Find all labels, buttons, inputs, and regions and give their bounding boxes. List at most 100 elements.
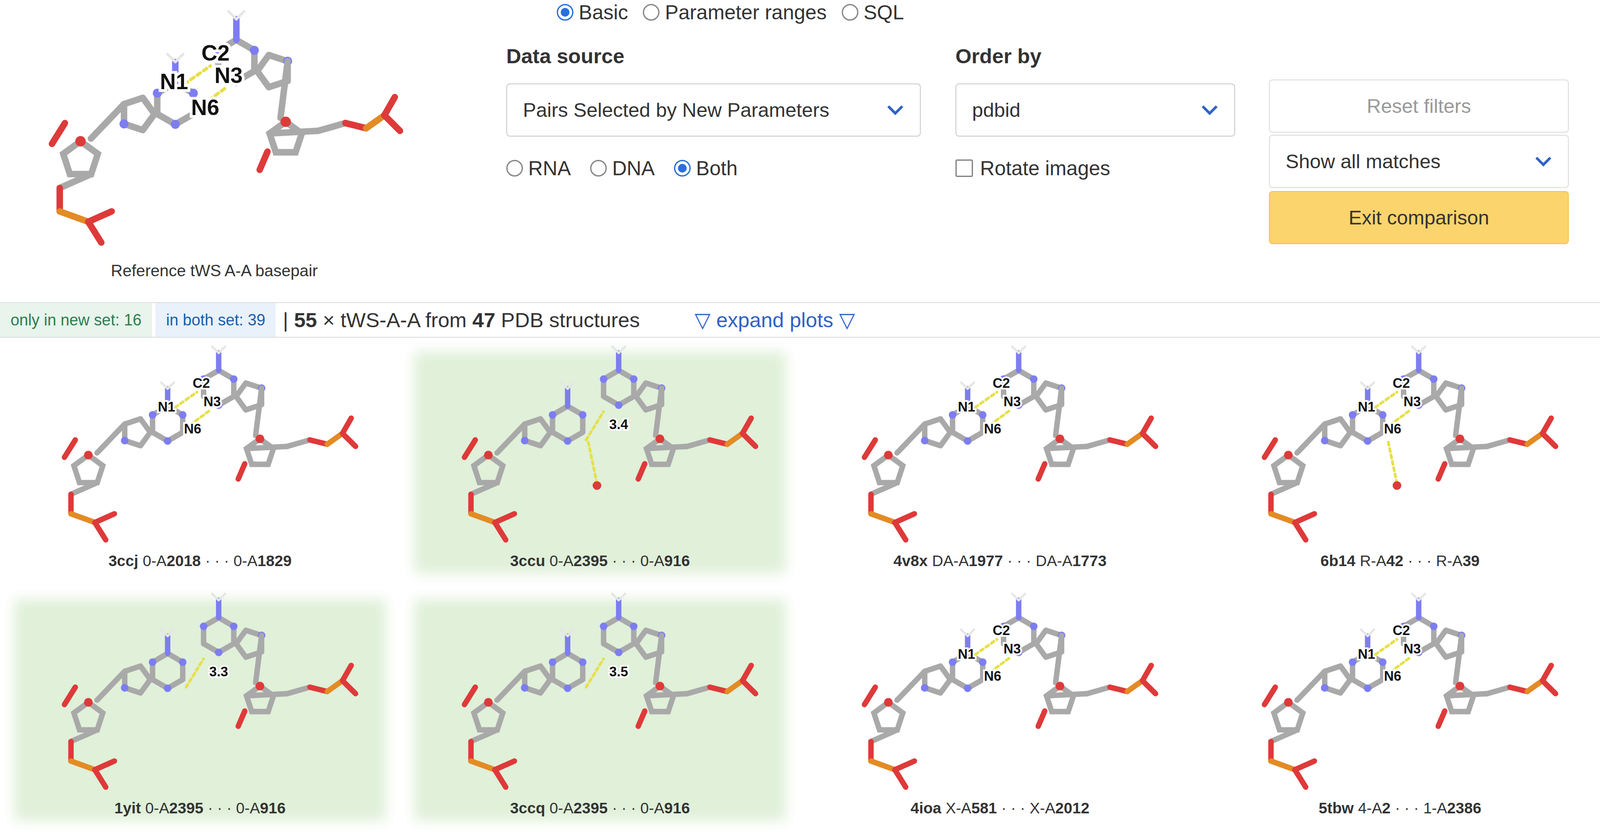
match-filter-select[interactable]: Show all matches: [1268, 134, 1569, 188]
residue-chain: 0-A: [142, 551, 167, 570]
pair-card[interactable]: 3.5 3ccq0-A2395· · ·0-A916: [400, 584, 800, 833]
order-by-select[interactable]: pdbid: [955, 83, 1236, 137]
radio-button[interactable]: [506, 159, 523, 177]
pair-card-body[interactable]: N1C2N3N66b14R-A42· · ·R-A39: [1204, 342, 1596, 584]
rotate-images-checkbox[interactable]: Rotate images: [955, 154, 1236, 183]
residue-chain: 0-A: [549, 551, 574, 570]
select-value[interactable]: pdbid: [972, 98, 1021, 122]
radio-button[interactable]: [841, 3, 859, 21]
pair-separator: · · ·: [1001, 799, 1026, 817]
pdb-id[interactable]: 3ccu: [510, 551, 546, 570]
checkbox-label[interactable]: Rotate images: [980, 156, 1111, 181]
pair-card-body[interactable]: 3.31yit0-A2395· · ·0-A916: [4, 589, 396, 831]
pair-card-body[interactable]: N1C2N3N63ccj0-A2018· · ·0-A1829: [4, 342, 396, 584]
pair-caption: 3ccu0-A2395· · ·0-A916: [510, 551, 690, 570]
atom-label: N3: [1403, 393, 1421, 410]
pair-separator: · · ·: [1407, 551, 1432, 570]
molecule-type-option[interactable]: DNA: [590, 156, 655, 181]
residue-chain: DA-A: [1035, 551, 1073, 570]
residue-number: 42: [1386, 551, 1404, 570]
exit-comparison-button[interactable]: Exit comparison: [1268, 190, 1569, 245]
pair-card[interactable]: N1C2N3N65tbw4-A2· · ·1-A2386: [1200, 584, 1600, 833]
structures-text: PDB structures: [495, 307, 640, 332]
residue-number: 1829: [257, 551, 292, 570]
residue-chain: R-A: [1359, 551, 1387, 570]
pair-card[interactable]: 3.4 3ccu0-A2395· · ·0-A916: [400, 337, 800, 585]
pdb-id[interactable]: 3ccj: [108, 551, 139, 570]
only-new-badge[interactable]: only in new set: 16: [0, 302, 152, 337]
molecule-type-option[interactable]: Both: [673, 156, 738, 181]
residue-number: 2395: [169, 799, 204, 817]
pair-card[interactable]: N1C2N3N63ccj0-A2018· · ·0-A1829: [0, 337, 400, 585]
atom-label: N6: [983, 668, 1002, 684]
mode-option[interactable]: Parameter ranges: [642, 0, 827, 25]
expand-plots-link[interactable]: ▽ expand plots ▽: [694, 302, 855, 337]
pair-card-body[interactable]: 3.4 3ccu0-A2395· · ·0-A916: [404, 342, 796, 584]
atom-label: N6: [183, 421, 202, 437]
radio-label[interactable]: DNA: [612, 156, 655, 181]
data-source-group: Data sourcePairs Selected by New Paramet…: [506, 24, 921, 245]
pair-caption: 6b14R-A42· · ·R-A39: [1320, 551, 1480, 570]
basepair-image: 3.4: [409, 342, 792, 549]
pair-separator: · · ·: [612, 799, 636, 817]
select-value[interactable]: Pairs Selected by New Parameters: [522, 98, 830, 122]
both-badge[interactable]: in both set: 39: [155, 302, 276, 337]
order-by-label: Order by: [955, 43, 1236, 69]
pdb-id[interactable]: 5tbw: [1318, 799, 1354, 817]
atom-label: C2: [992, 622, 1010, 638]
atom-label: 3.4: [609, 416, 629, 433]
radio-button[interactable]: [642, 3, 660, 21]
count-text: × tWS-A-A from: [317, 307, 473, 332]
radio-button[interactable]: [556, 3, 574, 21]
residue-number: 2018: [166, 551, 201, 570]
pair-card-body[interactable]: N1C2N3N64ioaX-A581· · ·X-A2012: [804, 589, 1196, 831]
residue-number: 916: [664, 799, 690, 817]
pair-card-body[interactable]: 3.5 3ccq0-A2395· · ·0-A916: [404, 589, 796, 831]
residue-number: 2395: [573, 799, 608, 817]
pair-separator: · · ·: [207, 799, 232, 817]
atom-label: 3.3: [209, 663, 228, 680]
residue-number: 916: [259, 799, 286, 817]
radio-label[interactable]: Parameter ranges: [664, 0, 827, 25]
residue-chain: X-A: [945, 799, 972, 817]
atom-label: C2: [192, 375, 210, 391]
data-source-select[interactable]: Pairs Selected by New Parameters: [506, 83, 921, 137]
radio-label[interactable]: RNA: [528, 156, 571, 181]
checkbox[interactable]: [955, 159, 973, 177]
pdb-id[interactable]: 3ccq: [510, 799, 546, 817]
pdb-id[interactable]: 4ioa: [910, 799, 942, 817]
mode-option[interactable]: SQL: [841, 0, 905, 25]
molecule-type-group: RNA DNA Both: [506, 154, 921, 183]
mode-option[interactable]: Basic: [556, 0, 628, 25]
pair-card-body[interactable]: N1C2N3N64v8xDA-A1977· · ·DA-A1773: [804, 342, 1196, 584]
pair-count: 55: [294, 307, 318, 332]
atom-label: N1: [1357, 399, 1376, 415]
radio-button[interactable]: [673, 159, 691, 177]
residue-number: 1977: [968, 551, 1003, 570]
pair-card[interactable]: N1C2N3N66b14R-A42· · ·R-A39: [1200, 337, 1600, 585]
pdb-id[interactable]: 1yit: [114, 799, 141, 817]
basepair-image: 3.5: [409, 589, 792, 796]
atom-label: N6: [983, 421, 1002, 437]
pdb-id[interactable]: 6b14: [1320, 551, 1356, 570]
reset-filters-button[interactable]: Reset filters: [1268, 79, 1569, 133]
header-panel: N1C2N3N6Reference tWS A-A basepairBasicP…: [0, 0, 1600, 303]
molecule-type-option[interactable]: RNA: [506, 156, 571, 181]
basepair-image: N1C2N3N6: [809, 589, 1192, 796]
pair-card[interactable]: N1C2N3N64ioaX-A581· · ·X-A2012: [800, 584, 1200, 833]
pair-card[interactable]: N1C2N3N64v8xDA-A1977· · ·DA-A1773: [800, 337, 1200, 585]
atom-label: N6: [1383, 421, 1402, 437]
radio-label[interactable]: SQL: [863, 0, 905, 25]
pair-card-body[interactable]: N1C2N3N65tbw4-A2· · ·1-A2386: [1204, 589, 1596, 831]
residue-number: 1773: [1072, 551, 1107, 570]
pdb-id[interactable]: 4v8x: [893, 551, 928, 570]
summary-text: | 55 × tWS-A-A from 47 PDB structures: [282, 302, 640, 337]
radio-label[interactable]: Both: [695, 156, 738, 181]
pair-caption: 3ccq0-A2395· · ·0-A916: [510, 799, 690, 817]
radio-label[interactable]: Basic: [578, 0, 628, 25]
chevron-down-icon: [1200, 104, 1219, 116]
select-value[interactable]: Show all matches: [1285, 150, 1441, 173]
radio-button[interactable]: [590, 159, 607, 177]
pair-card[interactable]: 3.31yit0-A2395· · ·0-A916: [0, 584, 400, 833]
residue-number: 2386: [1447, 799, 1482, 817]
